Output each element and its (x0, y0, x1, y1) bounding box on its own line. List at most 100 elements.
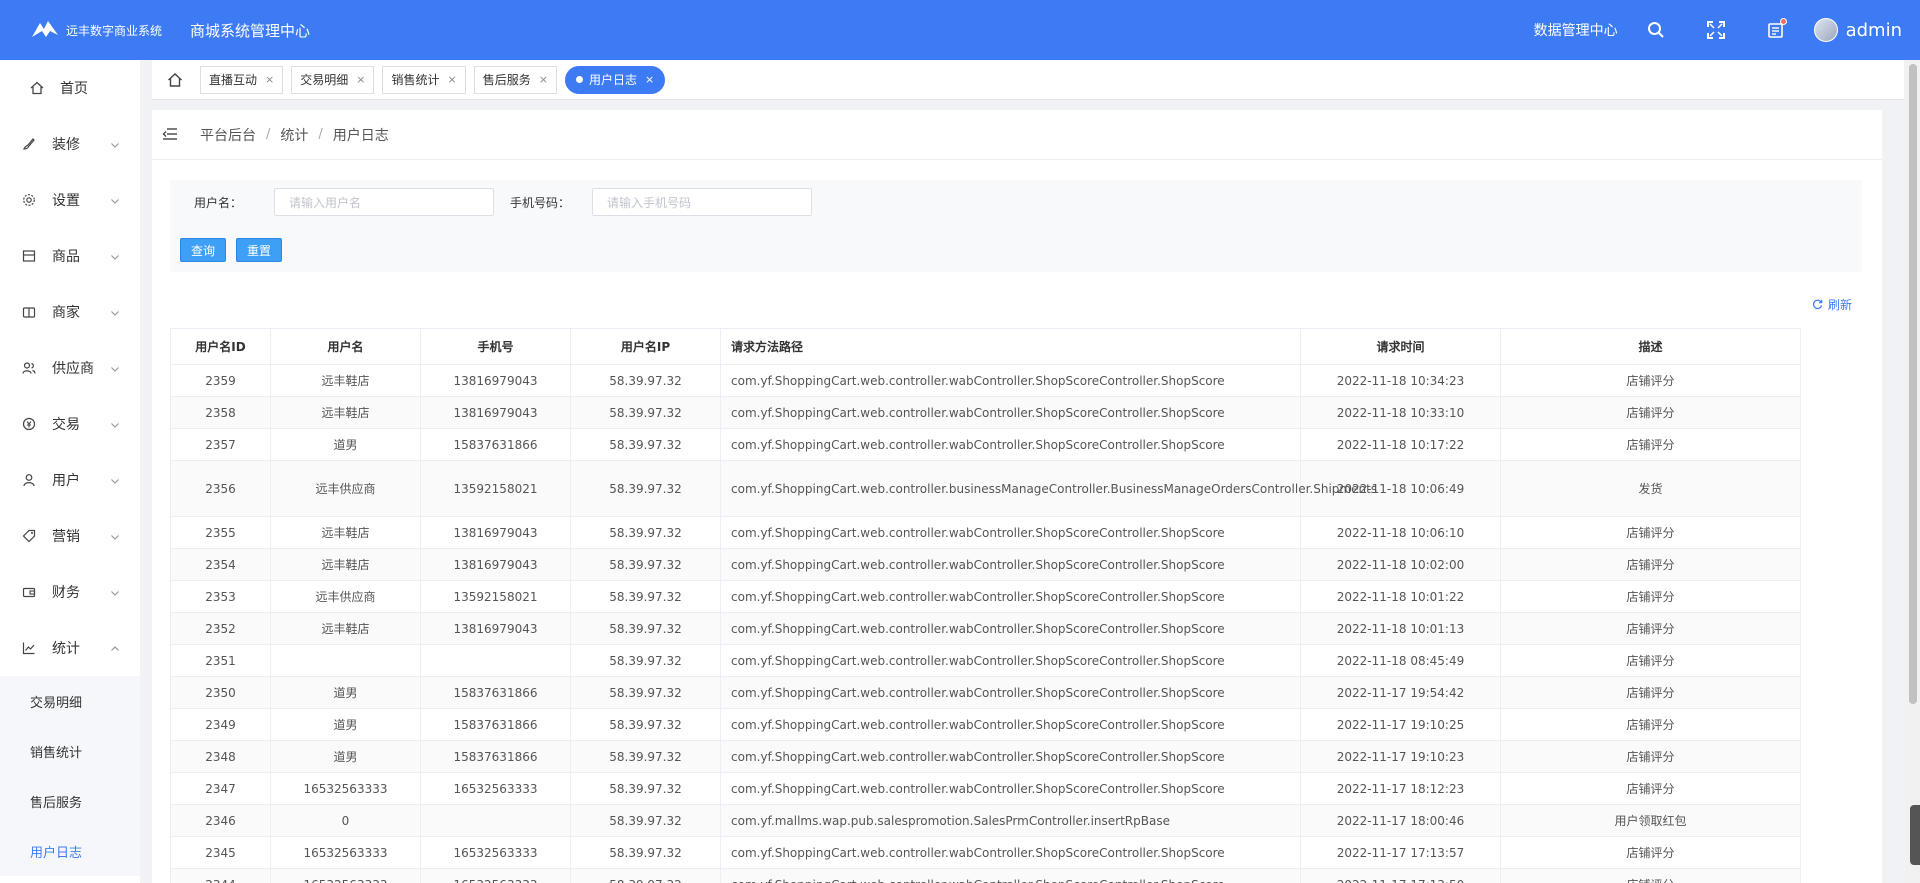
table-row[interactable]: 2357 道男 15837631866 58.39.97.32 com.yf.Shopp… (170, 428, 1801, 461)
username[interactable]: admin (1846, 20, 1902, 41)
sidebar-subitem-user-log[interactable]: 用户日志 (0, 826, 140, 876)
sidebar-item-decoration[interactable]: 装修 (0, 116, 140, 172)
table-cell: 15837631866 (420, 676, 571, 709)
table-row[interactable]: 2346 0 58.39.97.32 com.yf.mallms.wap.pub.sa… (170, 804, 1801, 837)
table-row[interactable]: 2349 道男 15837631866 58.39.97.32 com.yf.Shopp… (170, 708, 1801, 741)
refresh-button[interactable]: 刷新 (1812, 296, 1852, 313)
logo[interactable]: 远丰数字商业系统 (30, 19, 162, 41)
column-header[interactable]: 用户名IP (570, 328, 721, 365)
table-cell: 2022-11-17 18:12:23 (1300, 772, 1501, 805)
tab-user-log[interactable]: 用户日志 × (564, 65, 666, 94)
sidebar-item-settings[interactable]: 设置 (0, 172, 140, 228)
sidebar-item-users[interactable]: 用户 (0, 452, 140, 508)
table-row[interactable]: 2354 远丰鞋店 13816979043 58.39.97.32 com.yf.Sho… (170, 548, 1801, 581)
reset-button[interactable]: 重置 (236, 238, 282, 262)
sidebar-subitem-sales-statistics[interactable]: 销售统计 (0, 726, 140, 776)
tab-live-interaction[interactable]: 直播互动 × (200, 65, 284, 94)
table-row[interactable]: 2358 远丰鞋店 13816979043 58.39.97.32 com.yf.Sho… (170, 396, 1801, 429)
close-icon[interactable]: × (645, 73, 654, 86)
tab-label: 销售统计 (391, 73, 440, 87)
table-cell: com.yf.ShoppingCart.web.controller.wabCo… (720, 772, 1301, 805)
search-icon[interactable] (1646, 20, 1666, 40)
table-cell: com.yf.ShoppingCart.web.controller.wabCo… (720, 548, 1301, 581)
avatar[interactable] (1813, 18, 1838, 42)
table-cell: 远丰供应商 (270, 460, 421, 517)
table-row[interactable]: 2344165325633331653256333358.39.97.32com… (170, 868, 1801, 883)
sidebar-item-products[interactable]: 商品 (0, 228, 140, 284)
column-header[interactable]: 请求时间 (1300, 328, 1501, 365)
breadcrumb-item[interactable]: 平台后台 (200, 125, 256, 145)
close-icon[interactable]: × (356, 73, 365, 86)
message-icon[interactable] (1766, 18, 1787, 40)
system-title: 商城系统管理中心 (190, 21, 311, 40)
table-row[interactable]: 2351 58.39.97.32 com.yf.ShoppingCart.web.c… (170, 644, 1801, 677)
table-cell: 店铺评分 (1500, 708, 1801, 741)
sidebar-item-marketing[interactable]: 营销 (0, 508, 140, 564)
side-widget[interactable] (1910, 805, 1920, 865)
breadcrumb-item-current: 用户日志 (332, 127, 389, 144)
column-header[interactable]: 描述 (1500, 328, 1801, 365)
sidebar-item-finance[interactable]: 财务 (0, 564, 140, 620)
table-cell: 58.39.97.32 (570, 516, 721, 549)
sidebar-subitem-after-sales[interactable]: 售后服务 (0, 776, 140, 826)
table-row[interactable]: 2352 远丰鞋店 13816979043 58.39.97.32 com.yf.Sho… (170, 612, 1801, 645)
sidebar-item-suppliers[interactable]: 供应商 (0, 340, 140, 396)
table-row[interactable]: 2350 道男 15837631866 58.39.97.32 com.yf.Shopp… (170, 676, 1801, 709)
table-cell: com.yf.ShoppingCart.web.controller.wabCo… (720, 580, 1301, 613)
column-header[interactable]: 手机号 (420, 328, 571, 365)
sidebar-item-merchants[interactable]: 商家 (0, 284, 140, 340)
sidebar-item-transactions[interactable]: 交易 (0, 396, 140, 452)
username-input[interactable]: 请输入用户名 (274, 188, 494, 216)
tab-transaction-details[interactable]: 交易明细 × (291, 65, 375, 94)
table-row[interactable]: 2356 远丰供应商 13592158021 58.39.97.32 com.yf.Sh… (170, 460, 1801, 517)
sidebar-item-statistics[interactable]: 统计 (0, 620, 140, 676)
collapse-sidebar-icon[interactable] (162, 126, 180, 144)
column-header[interactable]: 用户名ID (170, 328, 271, 365)
table-cell: com.yf.ShoppingCart.web.controller.wabCo… (720, 612, 1301, 645)
table-cell: 店铺评分 (1500, 836, 1801, 869)
table-row[interactable]: 2345 16532563333 16532563333 58.39.97.32 com… (170, 836, 1801, 869)
table-cell: com.yf.ShoppingCart.web.controller.wabCo… (720, 428, 1301, 461)
close-icon[interactable]: × (265, 73, 274, 86)
data-center-link[interactable]: 数据管理中心 (1534, 20, 1618, 40)
close-icon[interactable]: × (539, 73, 548, 86)
top-header: 远丰数字商业系统 商城系统管理中心 数据管理中心 admin (0, 0, 1920, 60)
table-cell: 道男 (270, 676, 421, 709)
chevron-down-icon (110, 418, 120, 428)
table-cell: com.yf.ShoppingCart.web.controller.wabCo… (720, 676, 1301, 709)
table-cell: 58.39.97.32 (570, 644, 721, 677)
table-cell: 店铺评分 (1500, 364, 1801, 397)
sidebar-item-label: 统计 (52, 641, 80, 657)
wallet-icon (22, 585, 36, 599)
page-scrollbar[interactable] (1906, 60, 1920, 883)
sidebar-item-home[interactable]: 首页 (0, 60, 140, 116)
gear-icon (22, 193, 36, 207)
table-cell: com.yf.ShoppingCart.web.controller.wabCo… (720, 740, 1301, 773)
phone-input[interactable]: 请输入手机号码 (592, 188, 812, 216)
active-dot-icon (575, 76, 583, 83)
table-cell: 2349 (170, 708, 271, 741)
query-button[interactable]: 查询 (180, 238, 226, 262)
table-row[interactable]: 2353 远丰供应商 13592158021 58.39.97.32 com.yf.Sh… (170, 580, 1801, 613)
table-cell: 58.39.97.32 (570, 396, 721, 429)
table-cell: 16532563333 (270, 836, 421, 869)
column-header[interactable]: 请求方法路径 (720, 328, 1301, 365)
fullscreen-icon[interactable] (1706, 20, 1726, 40)
table-row[interactable]: 2355 远丰鞋店 13816979043 58.39.97.32 com.yf.Sho… (170, 516, 1801, 549)
sidebar-subitem-transaction-details[interactable]: 交易明细 (0, 676, 140, 726)
table-cell: 2359 (170, 364, 271, 397)
close-icon[interactable]: × (447, 73, 456, 86)
breadcrumb-separator: / (266, 127, 271, 142)
breadcrumb-item[interactable]: 统计 (280, 125, 308, 145)
store-icon (22, 305, 36, 319)
table-row[interactable]: 2359 远丰鞋店 13816979043 58.39.97.32 com.yf.Sho… (170, 364, 1801, 397)
table-row[interactable]: 2347 16532563333 16532563333 58.39.97.32 com… (170, 772, 1801, 805)
tab-after-sales[interactable]: 售后服务 × (473, 65, 557, 94)
chevron-down-icon (110, 194, 120, 204)
column-header[interactable]: 用户名 (270, 328, 421, 365)
table-row[interactable]: 2348 道男 15837631866 58.39.97.32 com.yf.Shopp… (170, 740, 1801, 773)
scrollbar-thumb[interactable] (1909, 64, 1917, 704)
tab-sales-statistics[interactable]: 销售统计 × (382, 65, 466, 94)
sidebar-item-label: 设置 (52, 193, 80, 209)
home-tab-icon[interactable] (164, 69, 186, 91)
